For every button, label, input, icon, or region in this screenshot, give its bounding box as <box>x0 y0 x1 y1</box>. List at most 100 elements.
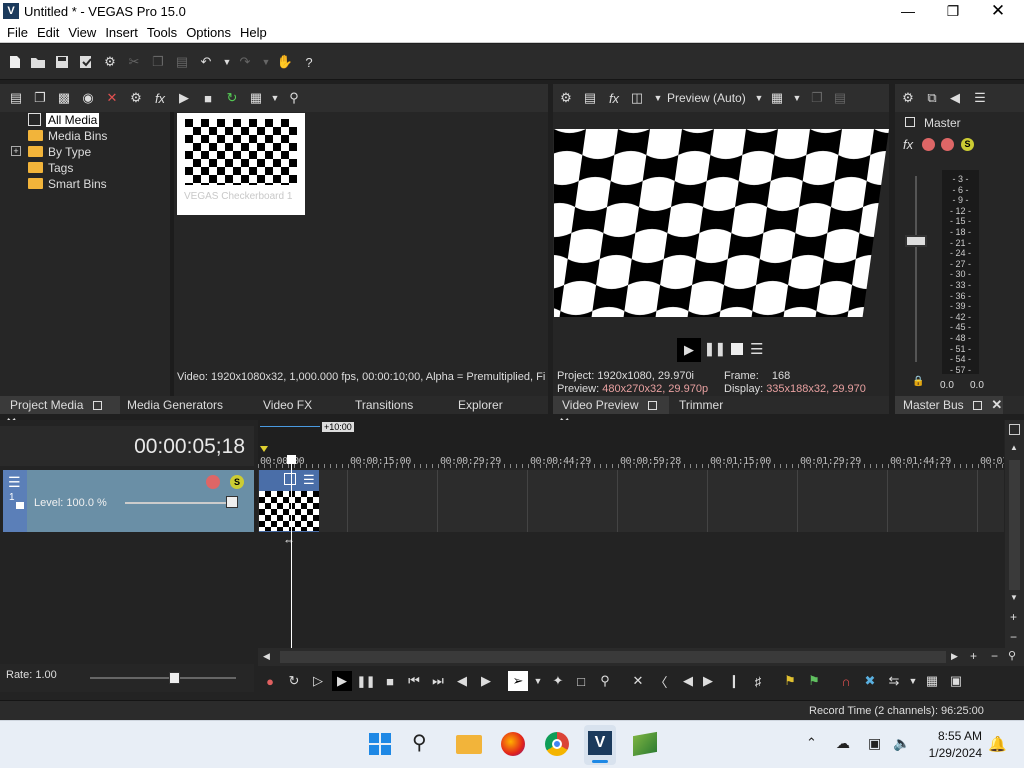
get-media-icon[interactable]: ▩ <box>55 89 73 107</box>
copy-snapshot-icon[interactable]: ❐ <box>808 89 826 107</box>
views-icon[interactable]: ▦ <box>247 89 265 107</box>
pause-icon[interactable]: ❚❚ <box>356 671 376 691</box>
scroll-right-icon[interactable]: ▶ <box>951 651 958 662</box>
redo-dropdown-icon[interactable]: ▼ <box>257 53 275 71</box>
media-stop-icon[interactable]: ■ <box>199 89 217 107</box>
tab-master-bus[interactable]: Master Bus ✕ <box>895 396 1003 414</box>
mute-icon[interactable] <box>941 138 954 151</box>
preview-menu-icon[interactable]: ☰ <box>750 340 763 358</box>
media-thumbnail[interactable]: VEGAS Checkerboard 1 <box>177 113 305 215</box>
split-dropdown-icon[interactable]: ▼ <box>649 89 667 107</box>
volume-muted-icon[interactable]: 🔈 <box>893 735 910 752</box>
overlays-grid-icon[interactable]: ▦ <box>768 89 786 107</box>
stop-icon[interactable]: ■ <box>380 671 400 691</box>
tab-transitions[interactable]: Transitions <box>355 396 413 414</box>
comment-icon[interactable] <box>1009 424 1020 435</box>
tab-video-fx[interactable]: Video FX <box>263 396 312 414</box>
master-fx-icon[interactable]: fx <box>903 137 913 152</box>
remove-media-icon[interactable]: ✕ <box>103 89 121 107</box>
redo-icon[interactable]: ↷ <box>236 53 254 71</box>
ripple-dropdown-icon[interactable]: ▼ <box>903 671 923 691</box>
edit-tool-dropdown-icon[interactable]: ▼ <box>528 671 548 691</box>
menu-view[interactable]: View <box>68 23 96 40</box>
search-icon[interactable]: ⚲ <box>285 89 303 107</box>
minimize-button[interactable]: — <box>888 2 928 21</box>
external-monitor-icon[interactable]: ▤ <box>581 89 599 107</box>
tab-explorer[interactable]: Explorer <box>458 396 503 414</box>
zoom-out-horizontal-icon[interactable]: − <box>991 649 998 663</box>
insert-marker-icon[interactable]: ⚑ <box>780 671 800 691</box>
level-slider[interactable] <box>125 502 233 504</box>
split-icon[interactable]: ❙ <box>724 671 744 691</box>
trim-end-icon[interactable]: ▶ <box>698 671 718 691</box>
lock-event-icon[interactable]: ♯ <box>748 671 768 691</box>
dim-output-icon[interactable]: ◀ <box>946 89 964 107</box>
timecode-display[interactable]: 00:00:05;18 <box>134 435 245 459</box>
dock-icon[interactable] <box>973 401 983 411</box>
copy-icon[interactable]: ❐ <box>149 53 167 71</box>
vegas-taskbar-button[interactable]: V <box>584 725 616 765</box>
play-icon[interactable]: ▶ <box>332 671 352 691</box>
tool-hand-icon[interactable]: ✋ <box>276 53 294 71</box>
clock-time[interactable]: 8:55 AM <box>934 729 982 743</box>
cloud-offline-icon[interactable]: ☁ <box>836 735 850 752</box>
loop-playback-icon[interactable]: ↻ <box>284 671 304 691</box>
previous-frame-icon[interactable]: ◀ <box>452 671 472 691</box>
tree-item-by-type[interactable]: By Type <box>28 145 91 160</box>
split-screen-icon[interactable]: ◫ <box>628 89 646 107</box>
close-button[interactable]: ✕ <box>978 2 1018 21</box>
paste-icon[interactable]: ▤ <box>173 53 191 71</box>
close-tab-icon[interactable]: ✕ <box>991 397 1002 412</box>
play-from-start-icon[interactable]: ▷ <box>308 671 328 691</box>
go-to-start-icon[interactable]: ⏮ <box>404 671 424 691</box>
dock-icon[interactable] <box>647 401 657 411</box>
render-icon[interactable] <box>77 53 95 71</box>
properties-gear-icon[interactable]: ⚙ <box>101 53 119 71</box>
whats-this-icon[interactable]: ? <box>300 53 318 71</box>
track-header[interactable]: ☰ 1 S Level: 100.0 % <box>3 470 254 532</box>
zoom-tool-icon[interactable]: ⚲ <box>1008 649 1016 662</box>
insert-region-icon[interactable]: ⚑ <box>804 671 824 691</box>
open-icon[interactable] <box>29 53 47 71</box>
file-explorer-icon[interactable] <box>456 735 482 754</box>
normal-edit-tool-icon[interactable]: ➢ <box>508 671 528 691</box>
downmix-icon[interactable]: ⧉ <box>923 89 941 107</box>
tab-media-generators[interactable]: Media Generators <box>127 396 223 414</box>
search-icon[interactable]: ⚲ <box>412 730 427 755</box>
zoom-in-vertical-icon[interactable]: + <box>1010 610 1017 624</box>
preview-stop-button[interactable] <box>731 343 743 355</box>
video-clip[interactable]: ☰ <box>259 470 319 532</box>
import-media-icon[interactable]: ▤ <box>7 89 25 107</box>
tray-chevron-up-icon[interactable]: ⌃ <box>806 735 817 751</box>
splitter[interactable] <box>170 112 174 396</box>
rate-slider-handle[interactable] <box>169 672 180 684</box>
trim-icon[interactable]: 〈 <box>651 671 671 691</box>
preview-settings-gear-icon[interactable]: ⚙ <box>557 89 575 107</box>
next-frame-icon[interactable]: ▶ <box>476 671 496 691</box>
notification-bell-icon[interactable]: 🔔 <box>988 735 1007 753</box>
playhead[interactable] <box>291 455 292 648</box>
lock-envelopes-icon[interactable]: ▦ <box>922 671 942 691</box>
track-mute-icon[interactable] <box>206 475 220 489</box>
save-snapshot-icon[interactable]: ▤ <box>831 89 849 107</box>
web-media-icon[interactable]: ◉ <box>79 89 97 107</box>
zoom-out-vertical-icon[interactable]: − <box>1010 630 1017 644</box>
menu-edit[interactable]: Edit <box>37 23 59 40</box>
scroll-up-icon[interactable]: ▲ <box>1010 443 1018 452</box>
quality-dropdown-icon[interactable]: ▼ <box>750 89 768 107</box>
preview-quality[interactable]: Preview (Auto) <box>667 91 746 105</box>
scroll-left-icon[interactable]: ◀ <box>263 651 270 662</box>
scroll-down-icon[interactable]: ▼ <box>1010 593 1018 602</box>
undo-icon[interactable]: ↶ <box>197 53 215 71</box>
menu-insert[interactable]: Insert <box>105 23 138 40</box>
dock-icon[interactable] <box>92 401 102 411</box>
cut-icon[interactable]: ✂ <box>125 53 143 71</box>
expand-icon[interactable]: + <box>11 146 21 156</box>
lock-icon[interactable]: 🔒 <box>912 376 924 387</box>
save-icon[interactable] <box>53 53 71 71</box>
views-dropdown-icon[interactable]: ▼ <box>266 89 284 107</box>
zoom-edit-tool-icon[interactable]: ⚲ <box>595 671 615 691</box>
chrome-icon[interactable] <box>545 732 569 756</box>
new-icon[interactable] <box>6 53 24 71</box>
hscroll-thumb[interactable] <box>280 651 946 663</box>
